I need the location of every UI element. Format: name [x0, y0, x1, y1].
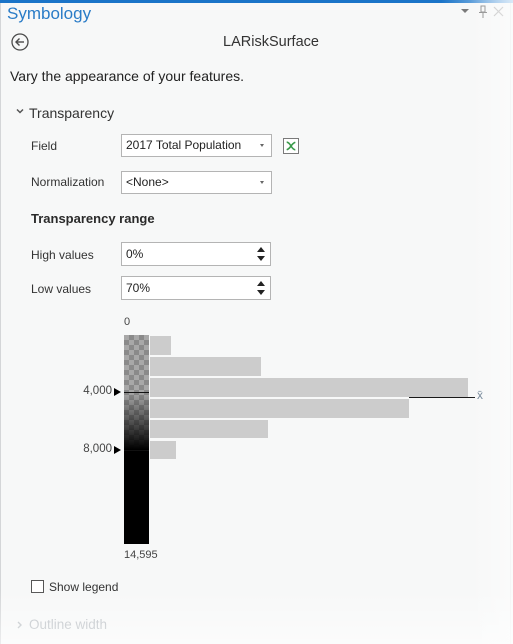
ramp-gradient — [124, 335, 149, 544]
chevron-right-icon[interactable] — [16, 620, 23, 630]
pin-icon[interactable] — [478, 5, 488, 19]
histogram-bar — [150, 377, 468, 397]
close-icon[interactable] — [493, 6, 504, 17]
histogram-bar — [150, 336, 171, 355]
high-values-spinner[interactable]: 0% — [121, 242, 271, 266]
range-max-label: 14,595 — [124, 549, 158, 561]
normalization-dropdown[interactable]: <None> — [121, 171, 272, 194]
handle-value-label: 8,000 — [83, 443, 112, 455]
show-legend-label[interactable]: Show legend — [49, 580, 118, 594]
chevron-down-icon[interactable] — [15, 108, 25, 115]
histogram-bar — [150, 440, 176, 460]
handle-value-label: 4,000 — [83, 385, 112, 397]
chevron-down-icon — [260, 144, 264, 147]
layer-name: LARiskSurface — [223, 34, 319, 50]
expression-builder-icon[interactable] — [283, 138, 299, 154]
pane-right-border — [510, 0, 511, 644]
low-values-label: Low values — [31, 282, 92, 296]
normalization-label: Normalization — [31, 175, 105, 189]
outline-width-section-header[interactable]: Outline width — [29, 617, 107, 632]
normalization-dropdown-value: <None> — [126, 175, 169, 189]
edge-fade-overlay — [470, 0, 513, 644]
low-values-input[interactable]: 70% — [126, 281, 150, 295]
transparency-range-title: Transparency range — [31, 211, 155, 226]
transparency-color-ramp — [124, 335, 149, 544]
field-dropdown[interactable]: 2017 Total Population — [121, 134, 272, 157]
range-handle-arrow-icon[interactable] — [114, 388, 121, 396]
mean-line — [409, 397, 475, 398]
field-dropdown-value: 2017 Total Population — [126, 138, 242, 152]
mean-label: x̄ — [477, 388, 483, 402]
pane-left-border — [0, 0, 1, 644]
options-menu-icon[interactable] — [461, 9, 469, 13]
spinner-arrows-icon[interactable] — [257, 280, 265, 296]
pane-accent-strip — [0, 0, 513, 3]
description-text: Vary the appearance of your features. — [10, 68, 244, 84]
range-handle-arrow-icon[interactable] — [114, 446, 121, 454]
histogram-bar — [150, 419, 268, 439]
show-legend-checkbox[interactable] — [31, 580, 44, 593]
handle-line — [124, 392, 149, 393]
high-values-label: High values — [31, 248, 94, 262]
histogram-bar — [150, 398, 409, 418]
spinner-arrows-icon[interactable] — [257, 246, 265, 262]
histogram-bar — [150, 356, 261, 376]
handle-line — [124, 450, 149, 451]
field-label: Field — [31, 139, 58, 153]
transparency-section-header[interactable]: Transparency — [29, 105, 114, 121]
low-values-spinner[interactable]: 70% — [121, 276, 271, 300]
range-min-label: 0 — [124, 316, 131, 328]
chevron-down-icon — [260, 181, 264, 184]
high-values-input[interactable]: 0% — [126, 247, 143, 261]
pane-title: Symbology — [7, 4, 92, 23]
